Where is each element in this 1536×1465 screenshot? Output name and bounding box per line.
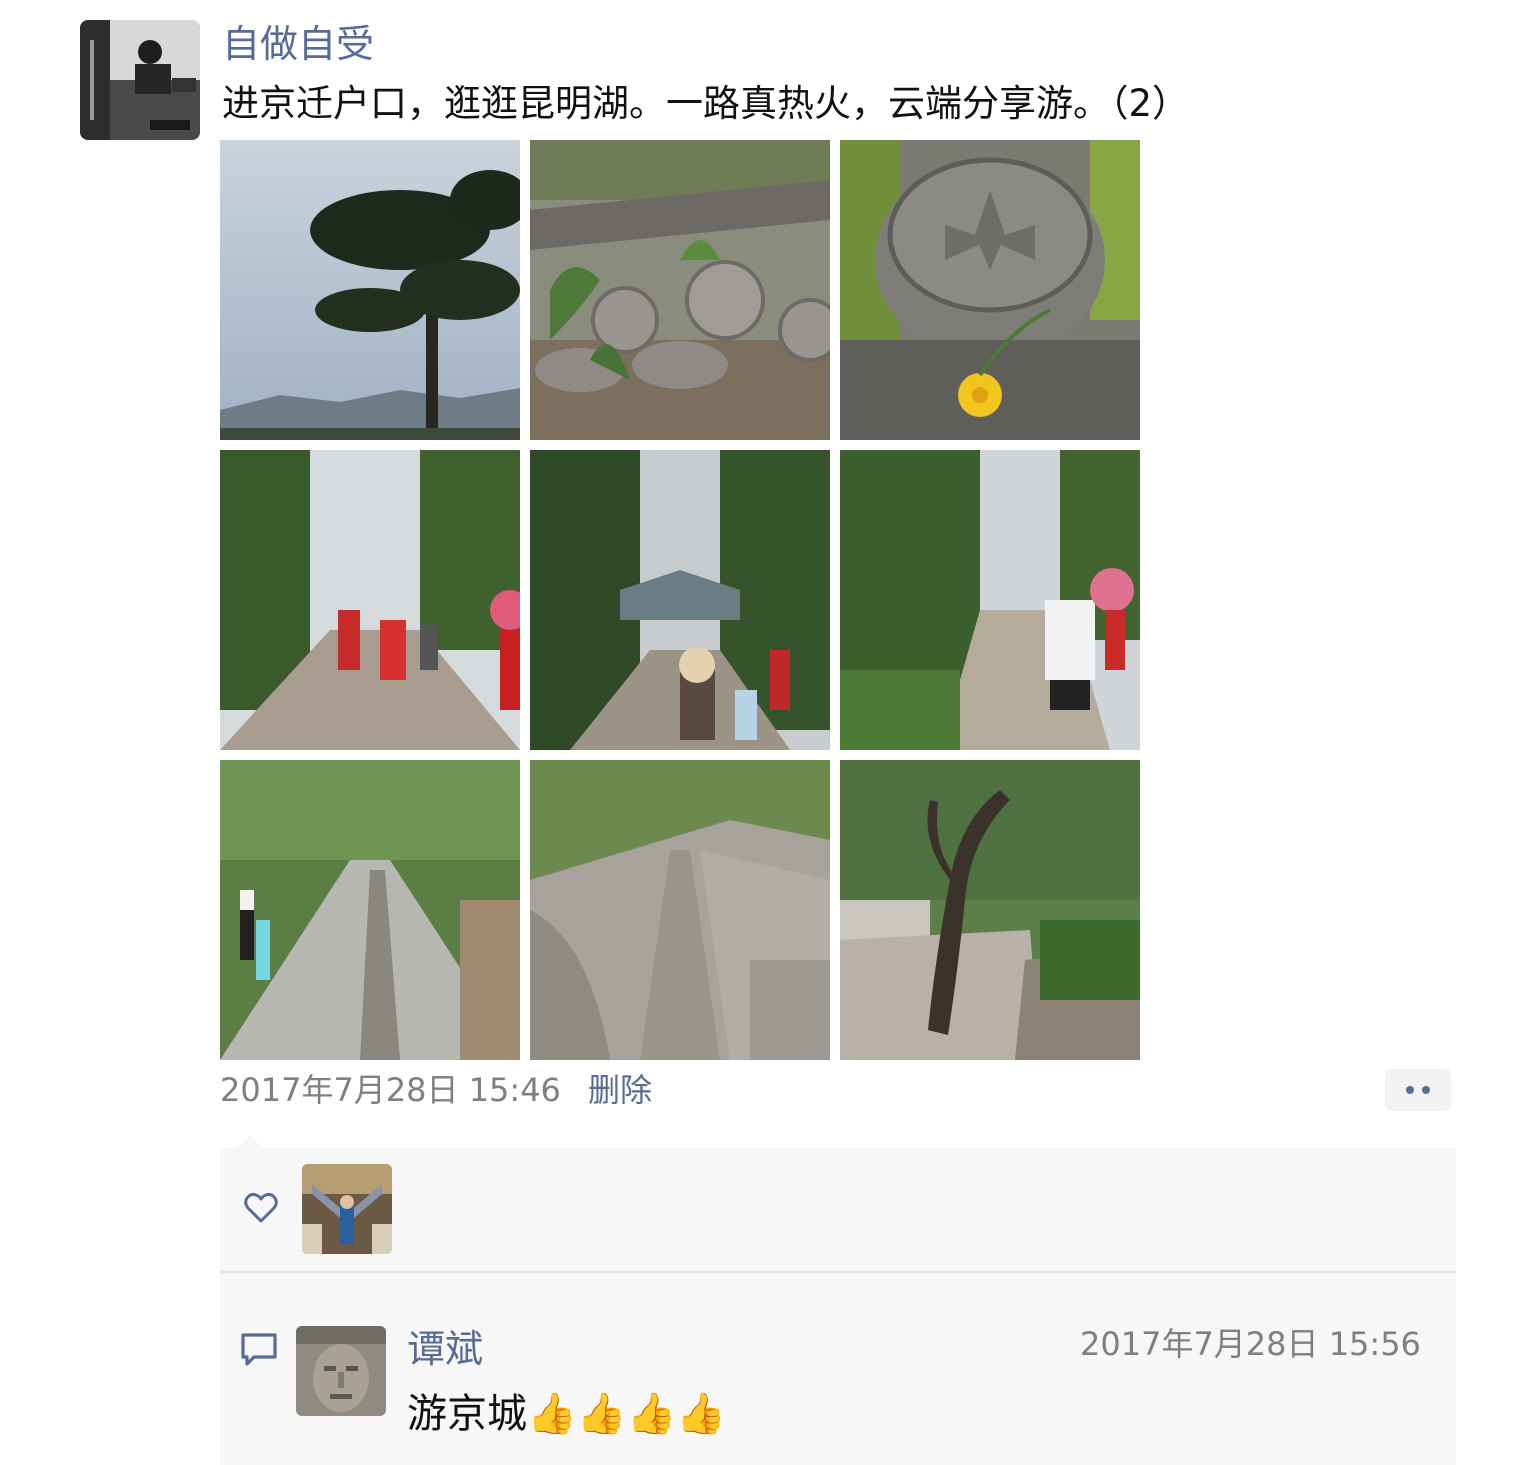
post-timestamp: 2017年7月28日 15:46 — [220, 1071, 561, 1109]
post-text: 进京迁户口，逛逛昆明湖。一路真热火，云端分享游。（2） — [222, 82, 1190, 125]
author-avatar[interactable] — [80, 20, 200, 140]
photo-path-trees-valley[interactable] — [530, 450, 830, 750]
avatar-image — [80, 20, 200, 140]
comment-timestamp: 2017年7月28日 15:56 — [1080, 1325, 1421, 1363]
photo-grid — [220, 140, 1140, 1060]
author-name[interactable]: 自做自受 — [222, 20, 374, 68]
photo-path-crowd[interactable] — [220, 450, 520, 750]
photo-pine-tree-sky[interactable] — [220, 140, 520, 440]
comment-text: 游京城👍👍👍👍 — [407, 1391, 727, 1437]
comment-author[interactable]: 谭斌 — [407, 1325, 483, 1373]
interaction-panel — [220, 1148, 1456, 1465]
more-dots-icon[interactable] — [1385, 1069, 1451, 1111]
photo-twisted-tree[interactable] — [840, 760, 1140, 1060]
panel-arrow — [236, 1136, 264, 1148]
liker-avatar[interactable] — [302, 1164, 392, 1254]
dot — [1406, 1086, 1414, 1094]
photo-tree-lined-path[interactable] — [220, 760, 520, 1060]
commenter-avatar[interactable] — [296, 1326, 386, 1416]
comment-icon — [241, 1333, 277, 1366]
photo-path-walkers[interactable] — [840, 450, 1140, 750]
delete-button[interactable]: 删除 — [588, 1068, 652, 1112]
heart-icon — [244, 1192, 278, 1223]
photo-stone-path[interactable] — [530, 760, 830, 1060]
photo-tile-flower[interactable] — [840, 140, 1140, 440]
photo-roof-tiles-plants[interactable] — [530, 140, 830, 440]
dot — [1422, 1086, 1430, 1094]
panel-divider — [220, 1271, 1456, 1273]
